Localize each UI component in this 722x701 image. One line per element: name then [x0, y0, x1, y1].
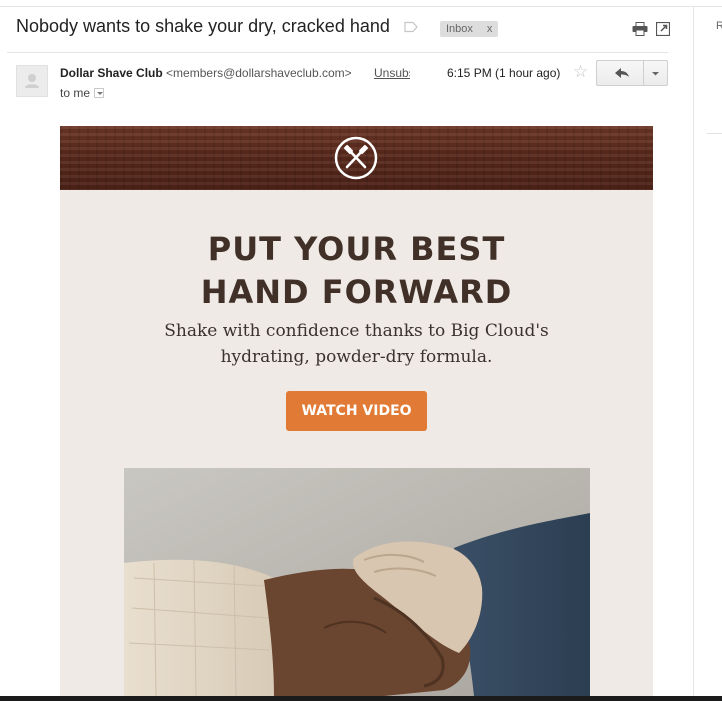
- subject-divider: [7, 52, 668, 53]
- email-header-banner: [60, 126, 653, 190]
- subtext-line-1: Shake with confidence thanks to Big Clou…: [164, 321, 549, 341]
- email-headline: PUT YOUR BEST HAND FORWARD: [60, 228, 653, 314]
- remove-label-button[interactable]: x: [487, 23, 493, 35]
- more-actions-button[interactable]: [643, 60, 668, 86]
- inbox-label-chip[interactable]: Inbox x: [440, 21, 499, 37]
- recipient-details-toggle[interactable]: [94, 88, 105, 98]
- chevron-down-icon: [652, 72, 659, 76]
- bottom-edge-bar: [0, 696, 722, 701]
- new-window-icon[interactable]: [656, 22, 670, 36]
- inbox-label-text: Inbox: [446, 23, 473, 35]
- handshake-photo[interactable]: [124, 468, 590, 696]
- print-icon[interactable]: [632, 22, 648, 36]
- recipient-text: to me: [60, 86, 91, 100]
- top-divider: [0, 6, 722, 7]
- crossed-razors-logo: [334, 136, 378, 180]
- reply-icon: [615, 68, 629, 78]
- email-subtext: Shake with confidence thanks to Big Clou…: [60, 318, 653, 370]
- unsubscribe-link[interactable]: Unsubscribe: [374, 66, 410, 80]
- sender-line: Dollar Shave Club <members@dollarshavecl…: [60, 66, 352, 80]
- right-pane-clipped-text: R: [716, 20, 722, 32]
- sender-avatar[interactable]: [16, 65, 48, 97]
- headline-line-1: PUT YOUR BEST: [207, 230, 506, 268]
- subtext-line-2: hydrating, powder-dry formula.: [220, 347, 493, 367]
- watch-video-button[interactable]: WATCH VIDEO: [286, 391, 427, 431]
- right-pane-divider: [693, 6, 694, 696]
- star-icon[interactable]: ☆: [573, 62, 588, 82]
- sender-email: <members@dollarshaveclub.com>: [166, 66, 352, 80]
- recipient-line: to me: [60, 86, 105, 100]
- label-tag-icon[interactable]: [404, 21, 418, 33]
- email-content-panel: PUT YOUR BEST HAND FORWARD Shake with co…: [60, 190, 653, 696]
- headline-line-2: HAND FORWARD: [200, 273, 513, 311]
- message-timestamp: 6:15 PM (1 hour ago): [447, 66, 561, 80]
- sender-name[interactable]: Dollar Shave Club: [60, 66, 163, 80]
- right-pane-rule: [707, 133, 722, 134]
- person-icon: [25, 74, 39, 88]
- email-subject: Nobody wants to shake your dry, cracked …: [16, 16, 390, 36]
- reply-button[interactable]: [596, 60, 644, 86]
